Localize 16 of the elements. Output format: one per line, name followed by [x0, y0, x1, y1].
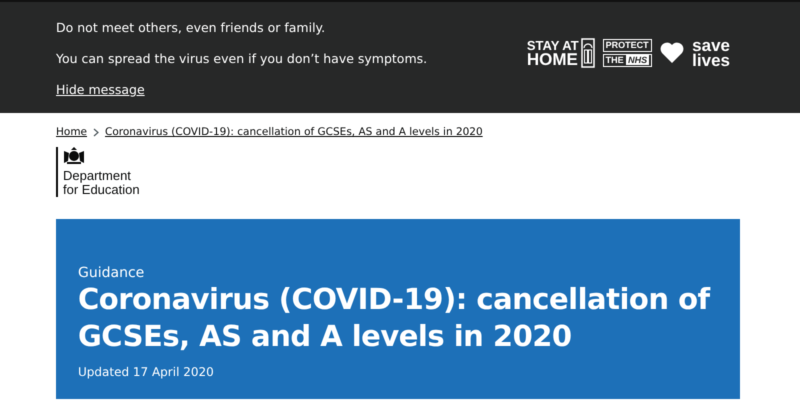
stay-at-home-text: STAY AT HOME — [526, 39, 579, 67]
hide-message-link[interactable]: Hide message — [56, 82, 428, 97]
breadcrumb-link[interactable]: Coronavirus (COVID-19): cancellation of GCSEs, AS and A levels in 2020 — [105, 126, 483, 138]
updated-date: Updated 17 April 2020 — [78, 365, 215, 379]
protect-the-nhs-text: PROTECT THE NHS — [602, 39, 652, 67]
chevron-icon — [93, 128, 100, 136]
banner-text: You can spread the virus even if you don’t have symptoms. — [56, 51, 428, 66]
document-type: Guidance — [78, 265, 146, 281]
organisation-name: Department — [63, 169, 131, 183]
banner-text: Do not meet others, even friends or family. — [56, 20, 326, 35]
page-title: Coronavirus (COVID-19): cancellation of GCSEs, AS and A levels in 2020 — [78, 281, 712, 355]
save-lives-text: save lives — [692, 38, 730, 68]
organisation-name: for Education — [63, 183, 140, 197]
heart-icon — [660, 42, 684, 64]
door-icon — [580, 38, 595, 68]
breadcrumb-link[interactable]: Home — [56, 126, 88, 138]
